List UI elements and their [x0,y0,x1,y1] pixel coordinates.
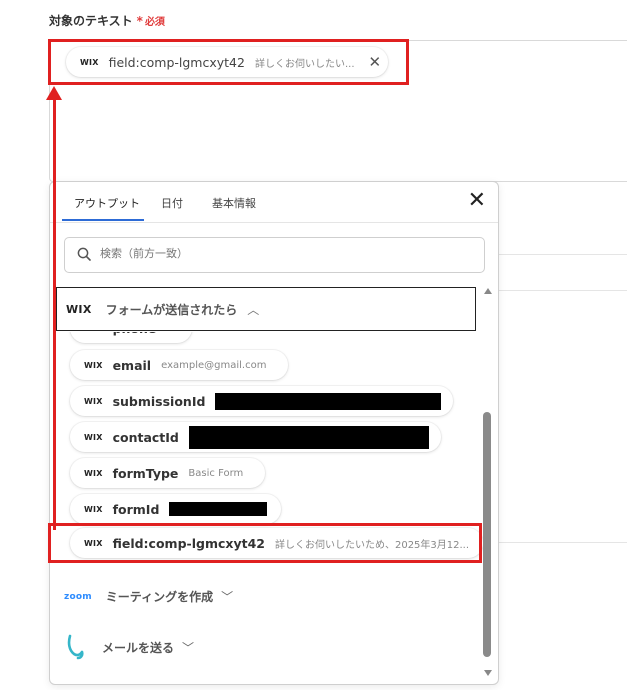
field-label-text: 対象のテキスト [49,14,133,28]
item-name: formId [112,501,160,517]
form-divider [497,254,627,255]
wix-icon: WIX [84,432,103,442]
wix-icon: WIX [84,504,103,514]
scroll-up-arrow-icon[interactable] [484,288,492,294]
close-icon[interactable]: ✕ [468,190,486,212]
tab-basic-info[interactable]: 基本情報 [212,195,256,211]
scrollbar[interactable] [482,286,494,678]
search-input[interactable] [98,246,462,261]
item-name: email [112,357,152,373]
list-item[interactable]: WIX formType Basic Form [70,458,266,488]
item-value: example@gmail.com [161,359,267,371]
list-item[interactable]: WIX contactId [70,422,441,452]
scrollbar-thumb[interactable] [483,412,491,657]
required-star: * [136,14,143,28]
zoom-logo: zoom [64,591,92,602]
field-label: 対象のテキスト * 必須 [49,12,165,29]
wix-icon: WIX [84,332,103,333]
redacted-value [188,425,429,449]
search-icon [77,247,91,261]
tab-date[interactable]: 日付 [161,195,183,211]
item-name: phone [113,332,157,336]
chevron-down-icon: ﹀ [221,590,234,604]
item-value: 詳しくお伺いしたいため、2025年3月12... [274,539,470,551]
item-name: contactId [112,429,179,445]
mail-logo-icon [67,634,84,660]
redacted-value [169,502,268,516]
redacted-value [215,392,442,410]
chip-value: 詳しくお伺いしたい... [254,58,355,70]
list-item[interactable]: WIX formId [70,494,282,524]
section-zoom-create-meeting[interactable]: zoom ミーティングを作成 ﹀ [64,588,233,605]
list-item[interactable]: WIX phone [70,332,193,343]
panel-tabs: アウトプット 日付 基本情報 ✕ [50,182,498,223]
wix-icon: WIX [84,360,103,370]
item-name: submissionId [112,393,206,409]
list-item[interactable]: WIX submissionId [70,386,454,416]
wix-icon: WIX [80,57,99,67]
chevron-down-icon: ﹀ [182,640,195,655]
item-name: formType [112,465,179,481]
remove-chip-icon[interactable]: ✕ [369,53,382,71]
list-item[interactable]: WIX email example@gmail.com [70,350,289,380]
search-box[interactable] [64,237,485,273]
chip-name: field:comp-lgmcxyt42 [108,54,245,70]
group-header-form-submitted[interactable]: WIX フォームが送信されたら ︿ [56,287,476,331]
group-title: フォームが送信されたら [105,302,238,317]
wix-icon: WIX [84,468,103,478]
item-name: field:comp-lgmcxyt42 [112,535,265,551]
section-title: メールを送る [102,640,175,655]
section-title: ミーティングを作成 [105,590,214,604]
chevron-up-icon: ︿ [247,302,260,317]
arrow-up-icon [46,86,62,100]
required-badge: 必須 [144,17,165,28]
wix-icon: WIX [84,396,103,406]
wix-icon: WIX [66,302,92,316]
section-send-mail[interactable]: メールを送る ﹀ [64,634,194,660]
form-divider [497,542,627,543]
scroll-down-arrow-icon[interactable] [484,670,492,676]
item-value: Basic Form [188,467,244,479]
selected-variable-chip[interactable]: WIX field:comp-lgmcxyt42 詳しくお伺いしたい... ✕ [66,47,388,77]
wix-icon: WIX [84,538,103,548]
annotation-arrow-line [53,96,56,530]
form-divider [497,290,627,291]
output-items-list: WIX phone WIX email example@gmail.com WI… [50,332,482,532]
tab-output[interactable]: アウトプット [74,195,140,211]
list-item-field-comp[interactable]: WIX field:comp-lgmcxyt42 詳しくお伺いしたいため、202… [70,528,484,558]
output-picker-panel: アウトプット 日付 基本情報 ✕ WIX フォームが送信されたら ︿ WIX p… [49,181,499,685]
active-tab-indicator [62,219,144,221]
